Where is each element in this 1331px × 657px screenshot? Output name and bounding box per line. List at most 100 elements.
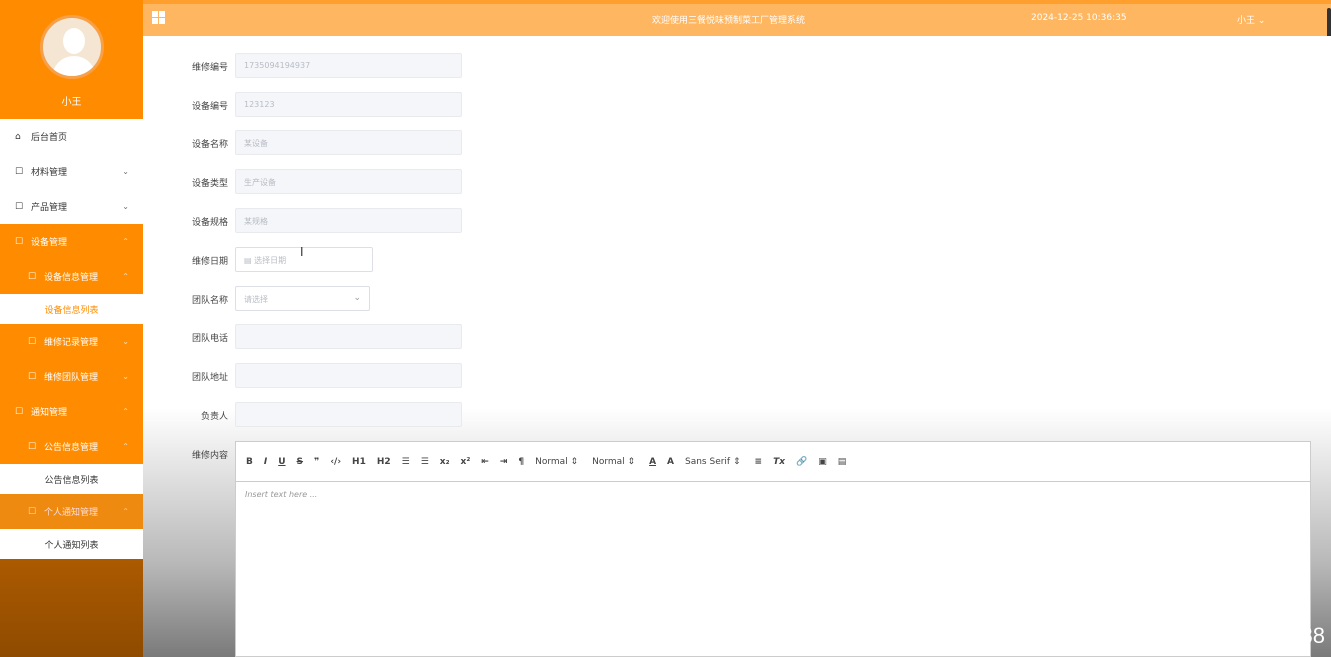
sidebar-item-home[interactable]: ⌂ 后台首页	[0, 119, 143, 154]
menu-toggle-icon[interactable]	[152, 11, 165, 24]
subscript-button[interactable]: x₂	[440, 457, 450, 467]
equipment-spec-field[interactable]: 某规格	[235, 208, 462, 233]
chevron-down-icon: ⌄	[122, 167, 129, 176]
main-content: 维修编号 1735094194937 设备编号 123123 设备名称 某设备 …	[143, 36, 1331, 657]
team-phone-field[interactable]	[235, 324, 462, 349]
sidebar-item-label: 个人通知管理	[44, 508, 99, 518]
chevron-up-icon: ⌃	[122, 237, 129, 246]
underline-button[interactable]: U	[278, 457, 285, 467]
watermark: CSDN @vx_CXKF10088	[1080, 623, 1325, 648]
quote-icon[interactable]: ❞	[314, 457, 319, 467]
indent-icon[interactable]: ⇥	[500, 457, 508, 467]
field-label: 负责人	[200, 412, 228, 422]
bold-button[interactable]: B	[246, 457, 253, 467]
edit-icon: ☐	[28, 506, 37, 517]
sidebar: 小王 ⌂ 后台首页 ☐ 材料管理 ⌄ ☐ 产品管理 ⌄ ☐ 设备管理 ⌃ ☐ 设…	[0, 0, 143, 657]
size-select[interactable]: Normal ⇕	[535, 457, 578, 467]
edit-icon: ☐	[15, 166, 24, 177]
repair-date-picker[interactable]: ▤ 选择日期	[235, 247, 373, 272]
sidebar-item-label: 设备信息列表	[44, 305, 99, 316]
chevron-up-icon: ⌃	[122, 407, 129, 416]
outdent-icon[interactable]: ⇤	[481, 457, 489, 467]
sidebar-item-label: 个人通知列表	[44, 540, 99, 551]
edit-icon: ☐	[28, 336, 37, 347]
text-cursor-icon: I	[300, 245, 304, 259]
edit-icon: ☐	[28, 371, 37, 382]
ordered-list-icon[interactable]: ☰	[402, 457, 410, 467]
bullet-list-icon[interactable]: ☰	[421, 457, 429, 467]
top-header: 欢迎使用三餐悦味预制菜工厂管理系统 2024-12-25 10:36:35 小王…	[143, 0, 1331, 52]
edit-icon: ☐	[28, 271, 37, 282]
field-label: 维修日期	[191, 257, 228, 267]
avatar[interactable]	[39, 15, 104, 79]
sidebar-item-announcement-list[interactable]: 公告信息列表	[0, 464, 143, 494]
edit-icon: ☐	[28, 441, 37, 452]
sidebar-item-repair-teams[interactable]: ☐ 维修团队管理 ⌄	[0, 359, 143, 394]
chevron-down-icon: ⌄	[122, 202, 129, 211]
field-label: 团队地址	[191, 373, 228, 383]
font-select[interactable]: Sans Serif ⇕	[685, 457, 741, 467]
chevron-up-icon: ⌃	[122, 442, 129, 451]
field-label: 设备名称	[191, 140, 228, 150]
code-icon[interactable]: ‹/›	[330, 457, 341, 467]
font-color-icon[interactable]: A	[649, 457, 656, 467]
field-label: 设备编号	[191, 102, 228, 112]
sidebar-item-repair-records[interactable]: ☐ 维修记录管理 ⌄	[0, 324, 143, 359]
editor-toolbar: B I U S ❞ ‹/› H1 H2 ☰ ☰ x₂ x² ⇤ ⇥ ¶ Norm…	[236, 442, 1310, 482]
equipment-name-field[interactable]: 某设备	[235, 130, 462, 155]
text-direction-icon[interactable]: ¶	[518, 457, 524, 467]
sidebar-item-products[interactable]: ☐ 产品管理 ⌄	[0, 189, 143, 224]
date-placeholder: 选择日期	[254, 256, 287, 265]
sidebar-item-label: 维修记录管理	[44, 338, 99, 348]
superscript-button[interactable]: x²	[461, 457, 471, 467]
field-label: 团队电话	[191, 334, 228, 344]
sidebar-item-equipment-info[interactable]: ☐ 设备信息管理 ⌃	[0, 259, 143, 294]
editor-body[interactable]: Insert text here ...	[236, 482, 1310, 507]
equipment-type-field[interactable]: 生产设备	[235, 169, 462, 194]
background-color-icon[interactable]: A	[667, 457, 674, 467]
sidebar-item-label: 维修团队管理	[44, 373, 99, 383]
field-label: 维修内容	[191, 451, 228, 461]
sidebar-item-notices[interactable]: ☐ 通知管理 ⌃	[0, 394, 143, 429]
edit-icon: ☐	[15, 406, 24, 417]
video-icon[interactable]: ▤	[838, 457, 847, 467]
image-icon[interactable]: ▣	[818, 457, 827, 467]
align-icon[interactable]: ≡	[755, 457, 763, 467]
field-label: 团队名称	[191, 296, 228, 306]
repair-number-field[interactable]: 1735094194937	[235, 53, 462, 78]
field-label: 设备规格	[191, 218, 228, 228]
person-in-charge-field[interactable]	[235, 402, 462, 427]
chevron-up-icon: ⌃	[122, 272, 129, 281]
chevron-down-icon: ⌄	[353, 293, 361, 303]
sidebar-item-personal-notice[interactable]: ☐ 个人通知管理 ⌃	[0, 494, 143, 529]
sidebar-item-materials[interactable]: ☐ 材料管理 ⌄	[0, 154, 143, 189]
h1-button[interactable]: H1	[352, 457, 366, 467]
sidebar-item-label: 通知管理	[31, 408, 68, 418]
team-address-field[interactable]	[235, 363, 462, 388]
italic-button[interactable]: I	[264, 457, 267, 467]
sidebar-item-label: 设备信息管理	[44, 273, 99, 283]
sidebar-item-announcement-info[interactable]: ☐ 公告信息管理 ⌃	[0, 429, 143, 464]
equipment-number-field[interactable]: 123123	[235, 92, 462, 117]
edit-icon: ☐	[15, 236, 24, 247]
sidebar-item-label: 材料管理	[31, 168, 68, 178]
sidebar-item-label: 后台首页	[31, 133, 68, 143]
header-select[interactable]: Normal ⇕	[592, 457, 635, 467]
sidebar-username: 小王	[61, 97, 82, 108]
team-name-select[interactable]: 请选择 ⌄	[235, 286, 370, 311]
chevron-down-icon: ⌄	[122, 337, 129, 346]
sidebar-item-equipment[interactable]: ☐ 设备管理 ⌃	[0, 224, 143, 259]
h2-button[interactable]: H2	[377, 457, 391, 467]
clear-format-icon[interactable]: Tx	[773, 457, 785, 467]
link-icon[interactable]: 🔗	[796, 457, 807, 467]
sidebar-item-label: 公告信息管理	[44, 443, 99, 453]
strike-button[interactable]: S	[297, 457, 303, 467]
sidebar-item-personal-notice-list[interactable]: 个人通知列表	[0, 529, 143, 559]
field-label: 设备类型	[191, 179, 228, 189]
header-title: 欢迎使用三餐悦味预制菜工厂管理系统	[652, 16, 806, 26]
user-menu[interactable]: 小王 ⌄	[1237, 13, 1265, 26]
field-label: 维修编号	[191, 63, 228, 73]
sidebar-item-equipment-list[interactable]: 设备信息列表	[0, 294, 143, 324]
chevron-down-icon: ⌄	[122, 372, 129, 381]
profile-section: 小王	[0, 0, 143, 119]
